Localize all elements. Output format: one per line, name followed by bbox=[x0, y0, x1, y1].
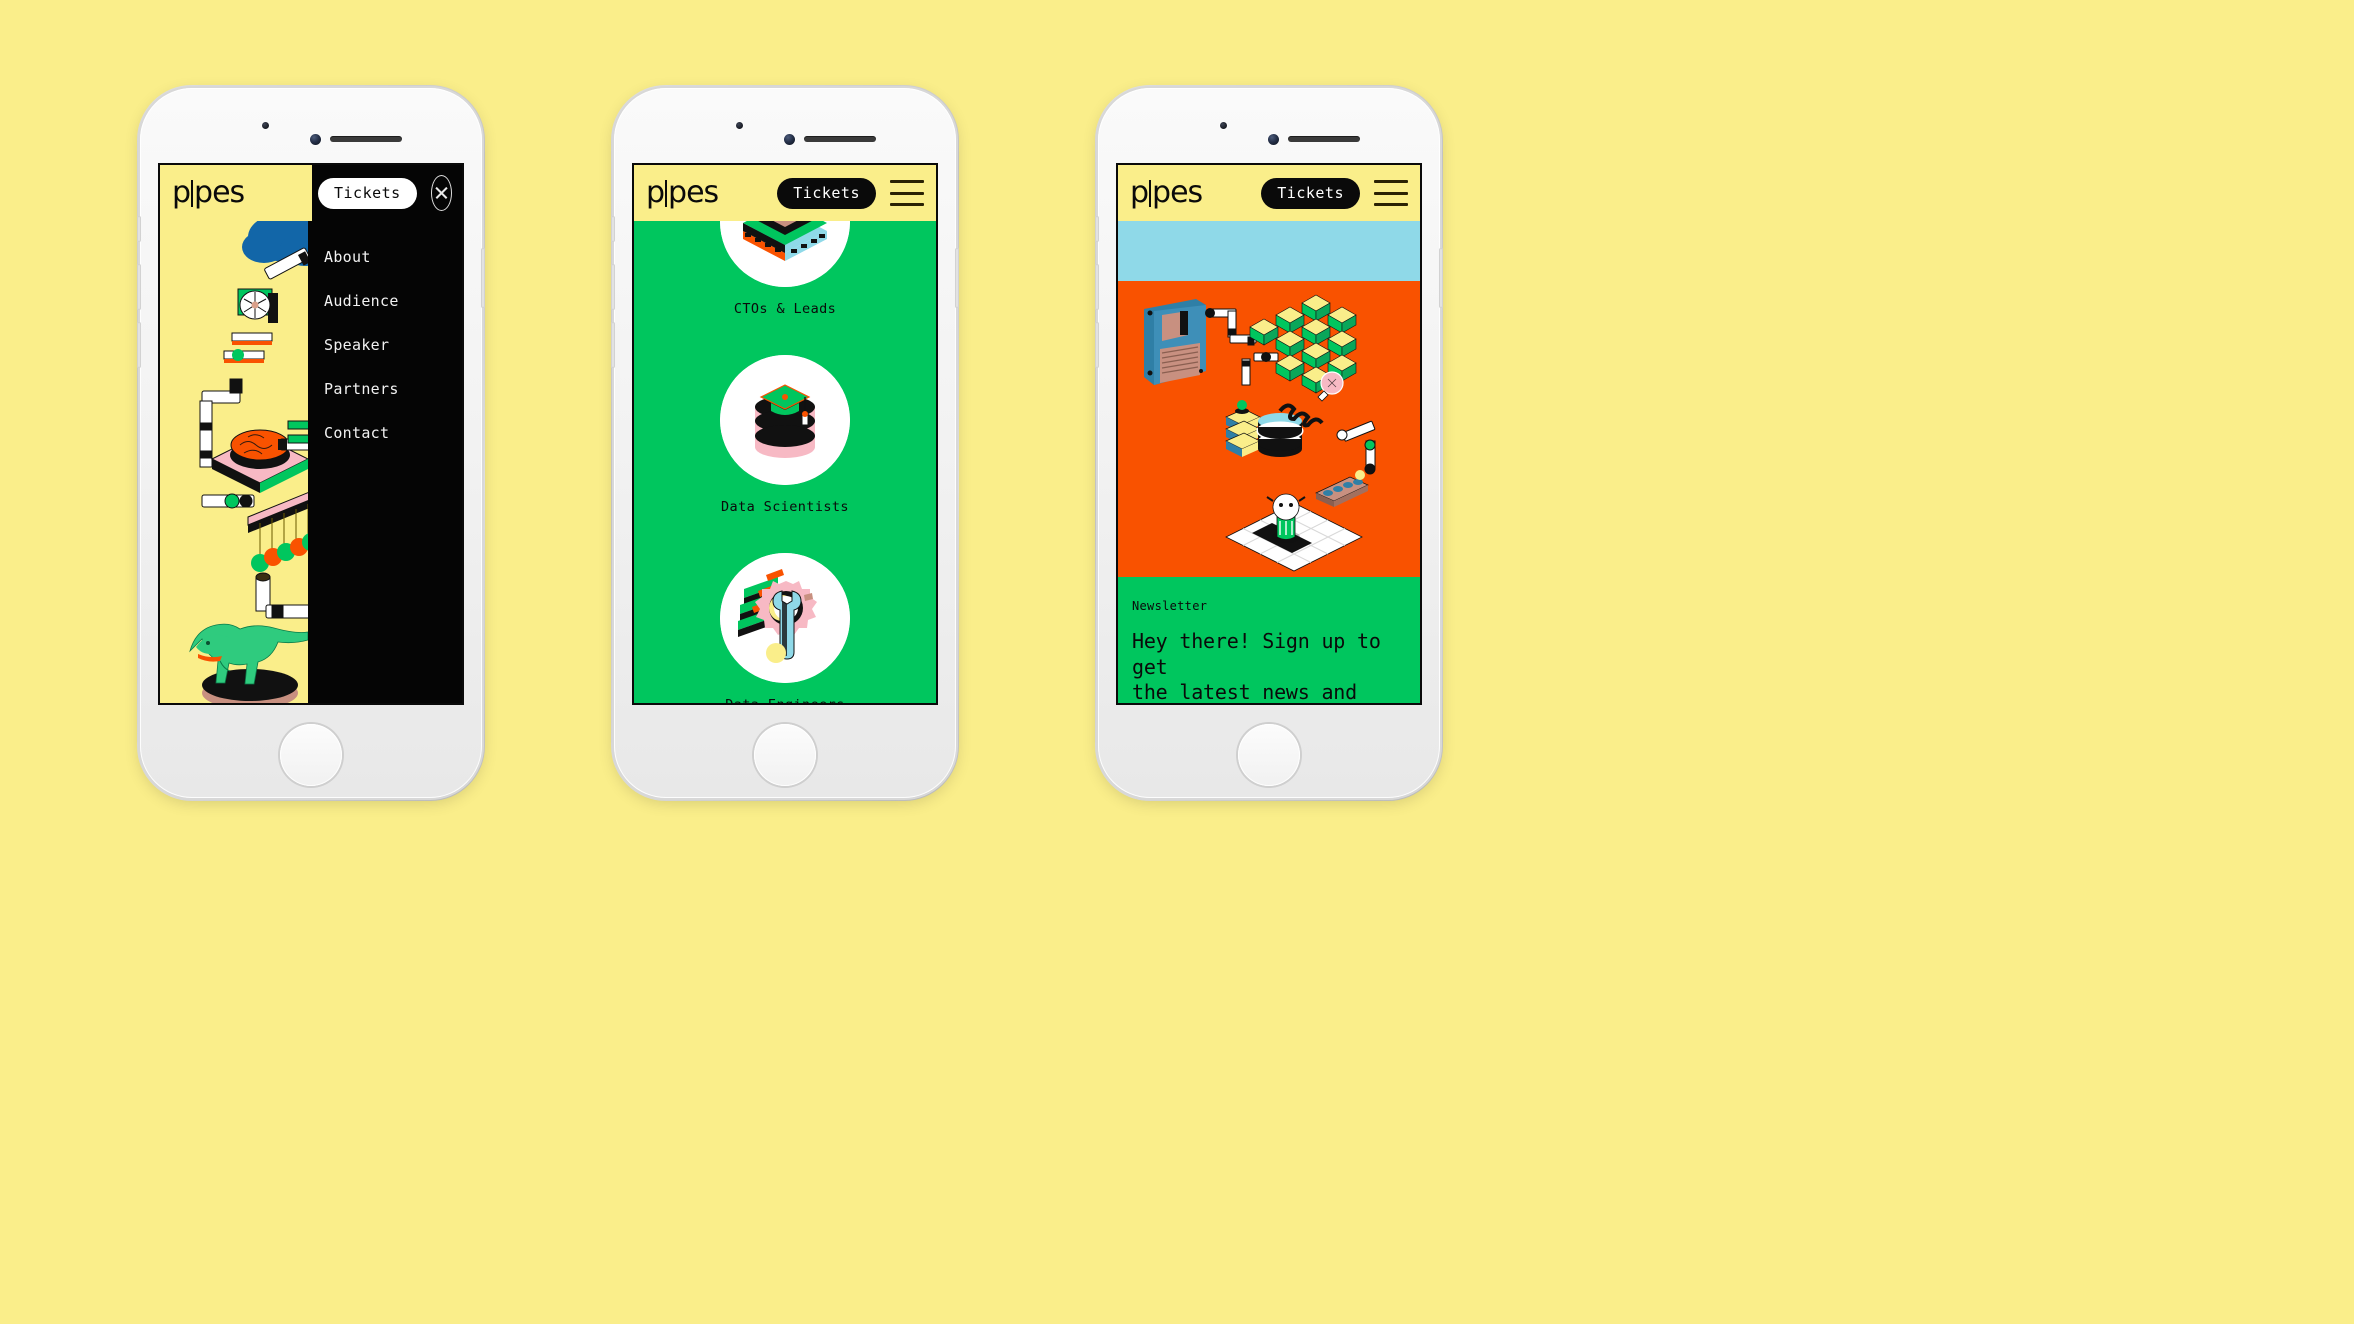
volume-up-button[interactable] bbox=[611, 264, 615, 310]
brand-logo[interactable]: p pes bbox=[646, 178, 719, 208]
device-phone-newsletter: p pes Tickets Newsletter Hey there! Sign… bbox=[1095, 85, 1443, 801]
phone-screen-newsletter: p pes Tickets Newsletter Hey there! Sign… bbox=[1116, 163, 1422, 705]
menu-panel-header: Tickets bbox=[308, 165, 462, 221]
mute-switch[interactable] bbox=[611, 216, 615, 242]
power-button[interactable] bbox=[1439, 248, 1443, 308]
audience-label-ctos: CTOs & Leads bbox=[733, 301, 837, 317]
floppy-disk-icon bbox=[1144, 299, 1206, 385]
menu-item-about[interactable]: About bbox=[324, 235, 462, 279]
audience-icon-circle bbox=[720, 553, 850, 683]
proximity-sensor-icon bbox=[262, 122, 269, 129]
audience-item-data-scientists[interactable]: Data Scientists bbox=[634, 355, 936, 515]
tickets-button[interactable]: Tickets bbox=[318, 177, 417, 209]
volume-down-button[interactable] bbox=[1095, 322, 1099, 368]
mute-switch[interactable] bbox=[1095, 216, 1099, 242]
menu-item-contact[interactable]: Contact bbox=[324, 411, 462, 455]
power-button[interactable] bbox=[481, 248, 485, 308]
audience-label-data-engineers: Data Engineers bbox=[725, 697, 845, 705]
front-camera-icon bbox=[310, 134, 321, 145]
slide-out-menu-panel: Tickets About Audience Speaker Partners … bbox=[308, 165, 462, 703]
device-phone-menu-open: Tickets About Audience Speaker Partners … bbox=[137, 85, 485, 801]
logo-divider bbox=[191, 180, 194, 207]
brand-logo[interactable]: p|pesppes bbox=[172, 178, 245, 208]
app-header-phone2: p pes Tickets bbox=[634, 165, 936, 221]
illustration-band bbox=[1118, 281, 1420, 577]
proximity-sensor-icon bbox=[1220, 122, 1227, 129]
home-button[interactable] bbox=[754, 724, 816, 786]
app-header-phone3: p pes Tickets bbox=[1118, 165, 1420, 221]
newsletter-headline-line-2: the latest news and bbox=[1132, 680, 1357, 705]
menu-item-speaker[interactable]: Speaker bbox=[324, 323, 462, 367]
home-button[interactable] bbox=[1238, 724, 1300, 786]
pipeline-illustration bbox=[160, 165, 312, 703]
newsletter-band: Newsletter Hey there! Sign up to get the… bbox=[1118, 577, 1420, 703]
proximity-sensor-icon bbox=[736, 122, 743, 129]
audience-label-data-scientists: Data Scientists bbox=[721, 499, 849, 515]
power-button[interactable] bbox=[955, 248, 959, 308]
phone-screen-audience: CTOs & Leads Data Scientists Data Engine… bbox=[632, 163, 938, 705]
audience-scroll-area[interactable]: CTOs & Leads Data Scientists Data Engine… bbox=[634, 165, 936, 705]
device-phone-audience: CTOs & Leads Data Scientists Data Engine… bbox=[611, 85, 959, 801]
volume-down-button[interactable] bbox=[611, 322, 615, 368]
data-factory-illustration bbox=[1118, 281, 1420, 577]
earpiece-speaker bbox=[1288, 136, 1360, 142]
mute-switch[interactable] bbox=[137, 216, 141, 242]
front-camera-icon bbox=[1268, 134, 1279, 145]
tickets-button[interactable]: Tickets bbox=[1261, 177, 1360, 209]
phone-screen-menu-open: Tickets About Audience Speaker Partners … bbox=[158, 163, 464, 705]
hamburger-icon[interactable] bbox=[890, 180, 924, 206]
screenshot-stage: Tickets About Audience Speaker Partners … bbox=[0, 0, 2354, 1324]
gear-wrench-icon bbox=[720, 553, 850, 683]
sky-band bbox=[1118, 221, 1420, 281]
newsletter-headline: Hey there! Sign up to get the latest new… bbox=[1118, 613, 1420, 705]
database-graduation-cap-icon bbox=[720, 355, 850, 485]
volume-up-button[interactable] bbox=[137, 264, 141, 310]
earpiece-speaker bbox=[330, 136, 402, 142]
hamburger-icon[interactable] bbox=[1374, 180, 1408, 206]
menu-nav-list: About Audience Speaker Partners Contact bbox=[308, 235, 462, 455]
app-header-phone1: p|pesppes bbox=[160, 165, 312, 221]
earpiece-speaker bbox=[804, 136, 876, 142]
tickets-button[interactable]: Tickets bbox=[777, 177, 876, 209]
logo-divider bbox=[1149, 180, 1152, 207]
close-icon[interactable] bbox=[430, 175, 452, 211]
newsletter-headline-line-1: Hey there! Sign up to get bbox=[1132, 629, 1381, 679]
volume-up-button[interactable] bbox=[1095, 264, 1099, 310]
menu-item-partners[interactable]: Partners bbox=[324, 367, 462, 411]
newsletter-kicker: Newsletter bbox=[1132, 599, 1208, 613]
menu-item-audience[interactable]: Audience bbox=[324, 279, 462, 323]
audience-item-data-engineers[interactable]: Data Engineers bbox=[634, 553, 936, 705]
home-button[interactable] bbox=[280, 724, 342, 786]
volume-down-button[interactable] bbox=[137, 322, 141, 368]
app-canvas: Tickets About Audience Speaker Partners … bbox=[160, 165, 462, 703]
front-camera-icon bbox=[784, 134, 795, 145]
brand-logo[interactable]: p pes bbox=[1130, 178, 1203, 208]
audience-icon-circle bbox=[720, 355, 850, 485]
logo-divider bbox=[665, 180, 668, 207]
